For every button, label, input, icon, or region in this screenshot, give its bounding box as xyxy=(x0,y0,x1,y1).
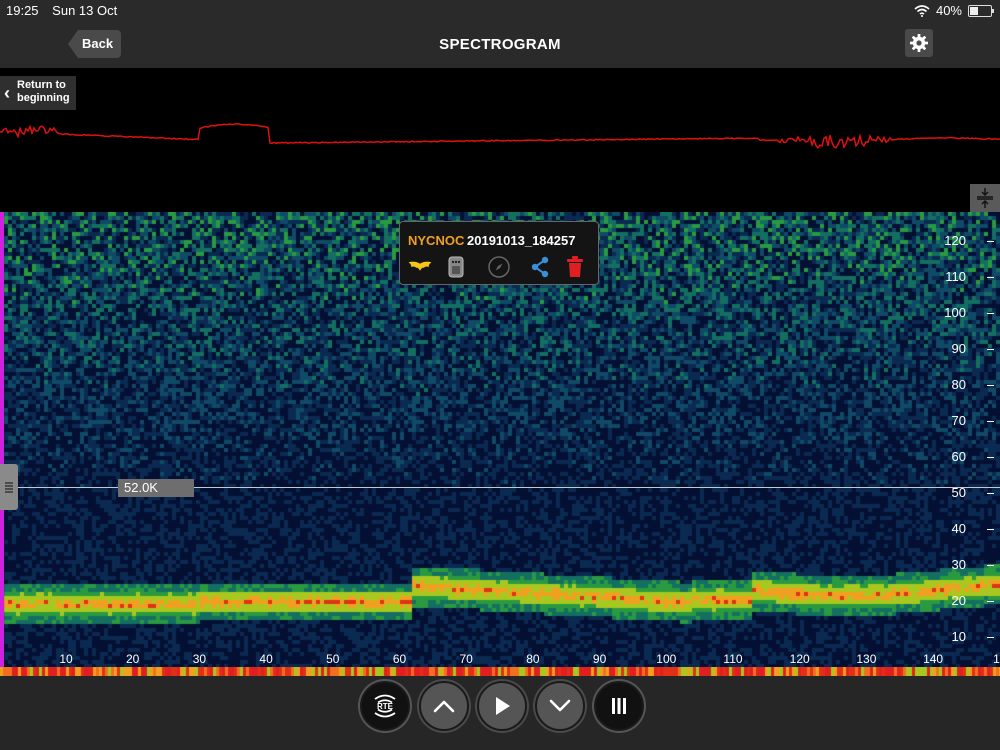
frequency-label: 20 xyxy=(951,593,966,608)
return-label-line2: beginning xyxy=(17,92,70,104)
threshold-value-badge: 52.0K xyxy=(118,479,194,497)
wifi-icon xyxy=(914,4,930,17)
threshold-drag-handle[interactable] xyxy=(0,464,18,510)
time-label: 40 xyxy=(259,652,273,666)
time-label: 80 xyxy=(526,652,540,666)
return-label-line1: Return to xyxy=(17,79,66,91)
frequency-tick xyxy=(987,349,994,350)
waveform-trace xyxy=(0,122,1000,150)
frequency-label: 40 xyxy=(951,521,966,536)
status-time: 19:25 xyxy=(6,3,39,18)
frequency-label: 110 xyxy=(945,269,966,284)
grip-icon xyxy=(5,482,13,493)
frequency-tick xyxy=(987,529,994,530)
frequency-label: 120 xyxy=(944,233,966,248)
time-label: 120 xyxy=(789,652,810,666)
chevron-down-icon xyxy=(549,699,571,712)
timeline-canvas xyxy=(0,667,1000,676)
play-button[interactable] xyxy=(477,681,527,731)
frequency-label: 70 xyxy=(951,413,966,428)
frequency-tick xyxy=(987,493,994,494)
bars-icon xyxy=(612,698,626,714)
time-label: 60 xyxy=(392,652,407,666)
frequency-label: 60 xyxy=(951,449,966,464)
resize-vertical-icon xyxy=(977,188,993,208)
time-label: 110 xyxy=(723,652,743,666)
frequency-tick xyxy=(987,637,994,638)
frequency-tick xyxy=(987,313,994,314)
settings-button[interactable] xyxy=(905,29,933,57)
playback-toolbar: RTE xyxy=(0,676,1000,750)
status-bar: 19:25 Sun 13 Oct 40% xyxy=(0,0,1000,20)
species-code: NYCNOC xyxy=(408,233,465,248)
rte-button[interactable]: RTE xyxy=(360,681,410,731)
nav-bar: Back SPECTROGRAM xyxy=(0,20,1000,68)
bat-icon[interactable] xyxy=(408,255,432,279)
previous-button[interactable] xyxy=(419,681,469,731)
time-label: 70 xyxy=(459,652,473,666)
rte-icon: RTE xyxy=(374,694,396,718)
recording-filename: 20191013_184257 xyxy=(467,233,576,248)
battery-percent: 40% xyxy=(935,3,962,18)
device-icon[interactable] xyxy=(444,255,468,279)
time-label: 10 xyxy=(59,652,73,666)
gear-icon xyxy=(910,34,928,52)
resize-handle[interactable] xyxy=(970,184,1000,212)
battery-icon xyxy=(968,4,994,17)
time-label: 100 xyxy=(656,652,677,666)
frequency-tick xyxy=(987,421,994,422)
frequency-label: 100 xyxy=(944,305,966,320)
chevron-left-icon: ‹ xyxy=(4,83,10,103)
time-label: 90 xyxy=(592,652,607,666)
frequency-label: 10 xyxy=(951,629,966,644)
trash-icon[interactable] xyxy=(563,255,587,279)
playback-position-marker xyxy=(0,212,4,676)
page-title: SPECTROGRAM xyxy=(439,36,561,53)
rte-label: RTE xyxy=(377,702,394,711)
frequency-label: 90 xyxy=(951,341,966,356)
frequency-tick xyxy=(987,601,994,602)
compass-icon[interactable] xyxy=(487,255,511,279)
time-label: 30 xyxy=(192,652,207,666)
status-date: Sun 13 Oct xyxy=(52,3,118,18)
next-button[interactable] xyxy=(535,681,585,731)
waveform-panel[interactable]: ‹ Return to beginning xyxy=(0,68,1000,212)
time-label: 130 xyxy=(856,652,877,666)
time-label: 140 xyxy=(923,652,944,666)
frequency-tick xyxy=(987,385,994,386)
menu-button[interactable] xyxy=(594,681,644,731)
timeline-scrubber[interactable] xyxy=(0,667,1000,676)
frequency-tick xyxy=(987,565,994,566)
time-label: 50 xyxy=(326,652,340,666)
time-label: 20 xyxy=(126,652,140,666)
play-icon xyxy=(496,697,510,715)
share-icon[interactable] xyxy=(528,255,552,279)
species-popup: NYCNOC 20191013_184257 xyxy=(399,221,599,285)
return-to-beginning-button[interactable]: ‹ Return to beginning xyxy=(0,76,76,110)
frequency-label: 30 xyxy=(951,557,966,572)
time-label: 15 xyxy=(993,652,1000,666)
frequency-label: 80 xyxy=(951,377,966,392)
frequency-tick xyxy=(987,277,994,278)
frequency-tick xyxy=(987,457,994,458)
chevron-up-icon xyxy=(433,700,455,713)
frequency-tick xyxy=(987,241,994,242)
